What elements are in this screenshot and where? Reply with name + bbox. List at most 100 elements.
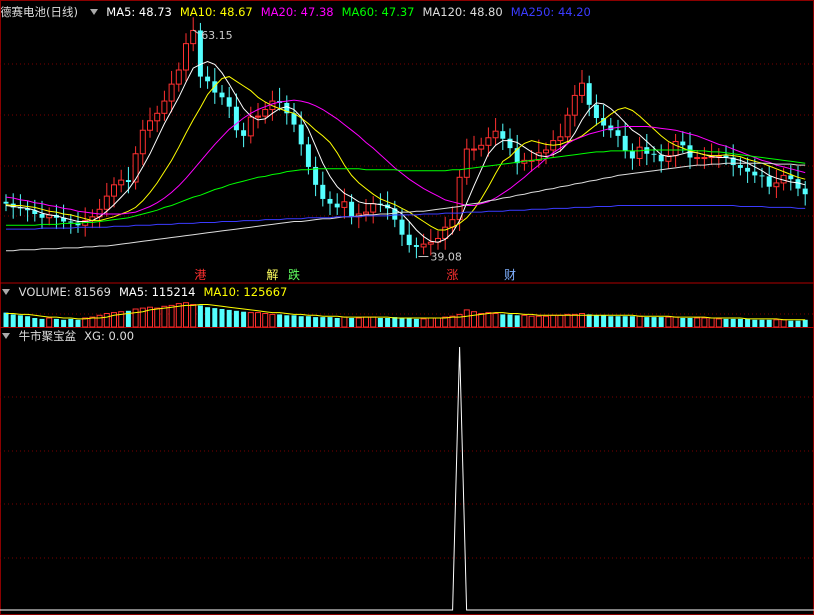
candle-body-14	[103, 195, 110, 210]
volume-bar-28	[205, 307, 211, 327]
volume-bar-107	[773, 319, 780, 328]
volume-bar-39	[284, 315, 290, 327]
candle-body-23	[168, 83, 175, 102]
volume-bar-72	[521, 314, 528, 328]
ma-line-ma60	[6, 149, 806, 226]
candle-body-33	[241, 130, 247, 136]
candle-body-34	[247, 116, 254, 137]
volume-bar-42	[305, 316, 311, 327]
volume-bar-59	[427, 317, 434, 328]
candle-body-66	[478, 144, 485, 150]
candle-body-86	[622, 135, 628, 151]
volume-bar-7	[53, 318, 59, 327]
candle-body-109	[788, 175, 794, 180]
candle-body-79	[571, 94, 578, 116]
candle-body-68	[492, 130, 499, 139]
candle-body-30	[219, 92, 225, 98]
candle-body-32	[233, 106, 239, 131]
candle-body-82	[593, 104, 599, 118]
volume-bar-96	[694, 317, 701, 328]
candle-body-31	[226, 97, 232, 107]
candle-body-107	[773, 182, 780, 188]
volume-bar-6	[46, 317, 53, 328]
candle-body-24	[175, 69, 182, 85]
stock-chart[interactable]: 63.15 39.08 港 解跌 涨 财	[0, 0, 814, 615]
volume-bar-84	[608, 316, 614, 327]
candle-body-0	[3, 201, 9, 204]
volume-bar-27	[197, 305, 203, 327]
volume-bar-67	[485, 312, 492, 328]
candle-body-29	[212, 81, 218, 93]
candle-body-103	[745, 167, 751, 172]
volume-ma-line	[6, 304, 806, 321]
volume-bar-63	[456, 313, 463, 328]
volume-bar-66	[478, 313, 485, 328]
candle-body-81	[586, 83, 592, 105]
volume-bar-47	[341, 316, 348, 328]
volume-bar-57	[413, 318, 419, 327]
volume-bar-32	[233, 310, 239, 327]
event-marker-0: 港	[194, 268, 206, 282]
volume-bar-23	[168, 304, 175, 328]
candle-body-41	[298, 124, 304, 145]
candle-body-51	[370, 203, 377, 213]
volume-bar-60	[435, 317, 441, 328]
candle-body-28	[205, 76, 211, 82]
volume-bar-40	[291, 315, 297, 327]
volume-bar-48	[349, 318, 355, 327]
volume-bar-77	[557, 314, 564, 328]
volume-bar-0	[3, 312, 9, 327]
volume-bar-105	[759, 319, 765, 327]
volume-bar-55	[399, 318, 405, 327]
candle-body-19	[139, 129, 146, 155]
candle-body-58	[420, 243, 427, 248]
volume-bar-52	[377, 318, 383, 327]
volume-bar-71	[514, 315, 520, 327]
candle-body-22	[161, 100, 168, 114]
volume-bar-24	[175, 303, 182, 328]
candle-body-65	[471, 148, 477, 151]
volume-bar-98	[708, 317, 715, 328]
candle-body-46	[334, 203, 340, 208]
volume-bar-75	[543, 315, 549, 328]
volume-bar-43	[313, 317, 319, 327]
candle-body-90	[651, 153, 657, 155]
candle-body-69	[500, 131, 506, 139]
candle-body-57	[413, 245, 419, 247]
volume-bar-94	[680, 318, 686, 327]
candle-body-87	[629, 150, 635, 159]
volume-bar-9	[68, 318, 74, 327]
volume-bar-31	[226, 309, 232, 327]
candle-body-42	[305, 144, 311, 167]
volume-bar-79	[571, 313, 578, 328]
volume-bar-13	[96, 314, 103, 328]
volume-bar-65	[471, 311, 477, 328]
candle-body-105	[759, 175, 765, 177]
candle-body-59	[427, 241, 434, 245]
volume-bar-103	[745, 318, 751, 327]
volume-bar-108	[780, 319, 787, 328]
volume-bar-87	[629, 316, 635, 327]
candle-body-93	[672, 141, 679, 157]
volume-bar-95	[687, 318, 693, 327]
candle-body-80	[579, 82, 585, 96]
candle-body-5	[39, 214, 45, 218]
volume-bar-22	[161, 305, 168, 328]
volume-bar-25	[183, 302, 189, 328]
volume-bar-86	[622, 316, 628, 327]
volume-bar-5	[39, 318, 45, 327]
volume-bar-89	[644, 317, 650, 327]
volume-bar-3	[25, 316, 31, 327]
candle-body-94	[680, 141, 686, 146]
volume-bar-38	[277, 314, 283, 327]
candle-body-50	[363, 211, 369, 215]
volume-bar-54	[392, 317, 398, 327]
volume-bar-90	[651, 317, 657, 327]
candle-body-104	[752, 171, 758, 176]
candle-body-43	[313, 166, 319, 185]
volume-bar-44	[320, 317, 326, 327]
volume-bar-92	[665, 316, 672, 328]
volume-bar-73	[528, 315, 535, 328]
volume-bar-102	[737, 318, 743, 327]
candle-body-36	[262, 109, 269, 117]
